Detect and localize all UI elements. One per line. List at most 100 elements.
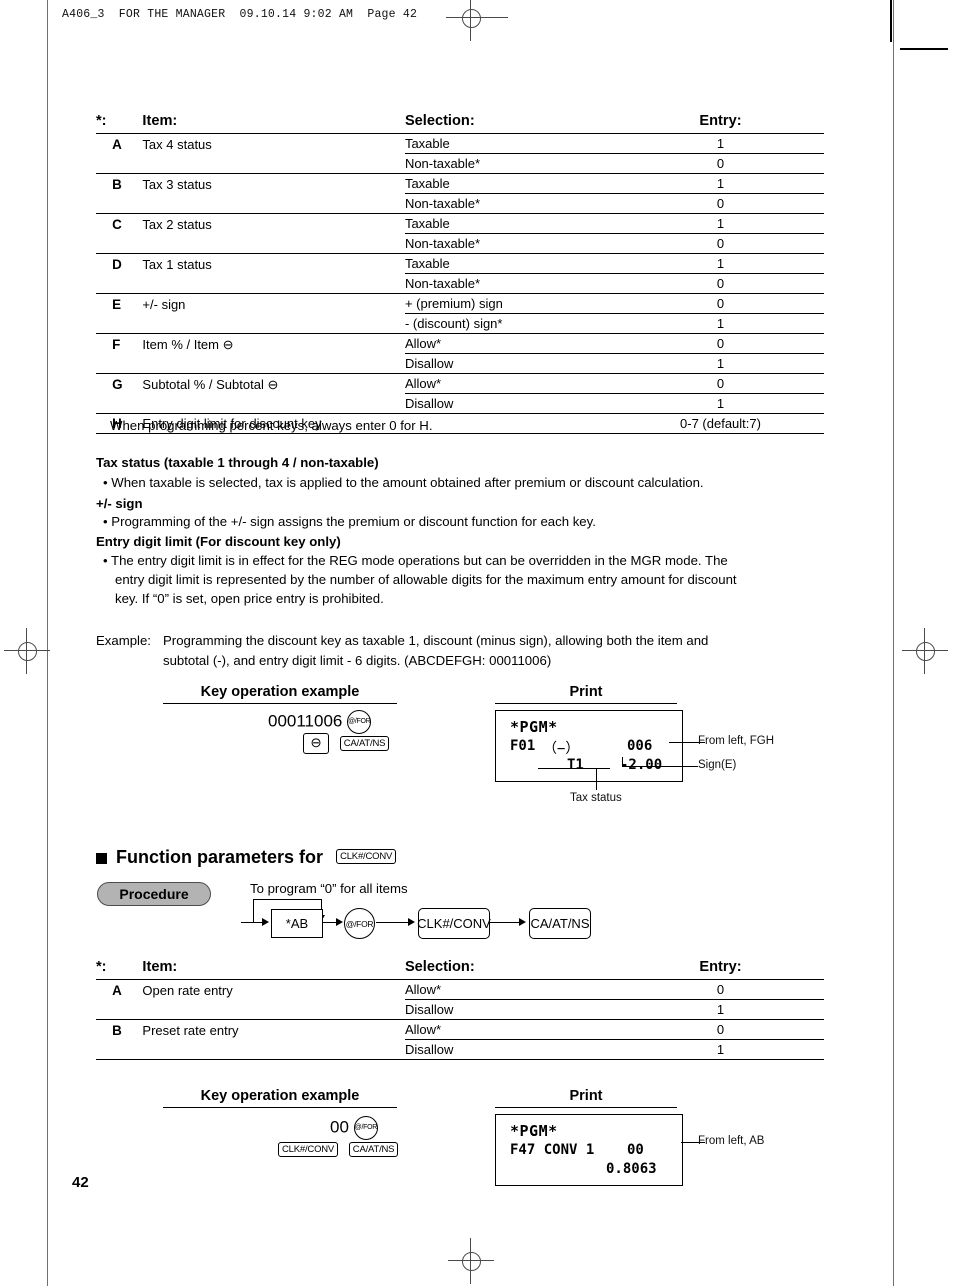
row-selection: Non-taxable*: [404, 153, 617, 174]
at-for-key-icon[interactable]: @/FOR: [347, 710, 372, 734]
table1-footnote: When programming percent keys, always en…: [110, 418, 433, 433]
flow-bypass-horizontal: [253, 899, 322, 901]
row-entry: 0: [616, 373, 824, 394]
row-item: [142, 193, 405, 214]
row-selection: Allow*: [404, 333, 617, 354]
flow-arrow-ab-to-for: [336, 918, 343, 926]
row-letter: A: [112, 136, 122, 152]
row-entry: 1: [616, 1039, 824, 1060]
table-row: Disallow 1: [96, 393, 824, 414]
row-item: [142, 353, 405, 374]
clk-conv-key-icon[interactable]: CLK#/CONV: [278, 1142, 339, 1158]
flow-bypass-vertical-left: [253, 899, 255, 923]
row-letter: [112, 393, 143, 414]
row-letter: [112, 193, 143, 214]
registration-mark-left-middle: [4, 628, 50, 674]
note-heading-tax-status: Tax status (taxable 1 through 4 / non-ta…: [96, 455, 379, 470]
row-selection: Allow*: [404, 373, 617, 394]
table1-header-row: *: Item: Selection: Entry:: [96, 112, 824, 134]
note-bullet-entry-digit-line1: • The entry digit limit is in effect for…: [103, 553, 728, 568]
row-entry: 0: [616, 333, 824, 354]
table1-header-entry: Entry:: [616, 112, 824, 134]
row-entry: 0: [616, 193, 824, 214]
row-letter: B: [112, 1022, 122, 1038]
table1-header-selection: Selection:: [404, 112, 617, 134]
registration-mark-right-middle: [902, 628, 948, 674]
row-item: Tax 4 status: [142, 136, 212, 152]
row-selection: Taxable: [404, 253, 617, 274]
bypass-label: To program “0” for all items: [250, 881, 408, 896]
row-item: Preset rate entry: [142, 1022, 239, 1038]
row-letter: [112, 999, 143, 1020]
ca-at-ns-key-icon[interactable]: CA/AT/NS: [339, 736, 390, 752]
row-letter: [112, 233, 143, 254]
table-row: F Item % / Item ⊖ Allow* 0: [96, 333, 824, 354]
crop-mark-top-right-horizontal: [900, 48, 948, 50]
row-entry: 0-7 (default:7): [616, 413, 824, 434]
receipt1-tax-status: T1: [567, 757, 584, 773]
table-row: E +/- sign + (premium) sign 0: [96, 293, 824, 314]
row-letter: E: [112, 296, 122, 312]
circled-minus-key-icon[interactable]: ⊖: [303, 733, 329, 755]
crop-mark-bottom-left-vertical: [47, 1256, 48, 1286]
section-heading-function-parameters: Function parameters for CLK#/CONV: [96, 847, 397, 868]
entry-digits: 00: [330, 1117, 349, 1137]
table-row: G Subtotal % / Subtotal ⊖ Allow* 0: [96, 373, 824, 394]
table2-header-item: Item:: [142, 958, 405, 980]
key-operation-digits-row-1: 00011006 @/FOR: [268, 710, 372, 734]
row-entry: 1: [616, 133, 824, 154]
row-letter: [112, 273, 143, 294]
note-heading-plus-minus: +/- sign: [96, 496, 143, 511]
row-selection: Non-taxable*: [404, 273, 617, 294]
row-item: Tax 3 status: [142, 176, 212, 192]
table-row: Non-taxable* 0: [96, 153, 824, 174]
table1-header-star: *:: [96, 112, 113, 134]
flow-node-ab-label: *AB: [285, 916, 309, 931]
flow-node-at-for[interactable]: @/FOR: [344, 908, 375, 939]
row-selection: + (premium) sign: [404, 293, 617, 314]
clk-conv-key-icon[interactable]: CLK#/CONV: [336, 848, 397, 864]
section-heading-text: Function parameters for: [116, 847, 324, 867]
table-row: B Preset rate entry Allow* 0: [96, 1019, 824, 1040]
caption-key-operation-example-1: Key operation example: [200, 684, 360, 700]
flow-node-clk-conv[interactable]: CLK#/CONV: [417, 908, 491, 939]
flow-node-ab: *AB: [271, 909, 323, 938]
ca-at-ns-key-icon[interactable]: CA/AT/NS: [348, 1142, 399, 1158]
note-bullet-plus-minus: • Programming of the +/- sign assigns th…: [103, 514, 596, 529]
row-selection: Taxable: [404, 133, 617, 154]
row-entry: 1: [616, 353, 824, 374]
receipt1-digit-limit: 006: [627, 738, 653, 754]
at-for-key-icon[interactable]: @/FOR: [353, 1116, 378, 1140]
row-letter: [112, 313, 143, 334]
row-item: Subtotal % / Subtotal ⊖: [142, 376, 279, 392]
callout-tax-status: Tax status: [570, 792, 622, 804]
callout-from-left-ab: From left, AB: [698, 1135, 765, 1147]
table-row: Disallow 1: [96, 353, 824, 374]
table-row: B Tax 3 status Taxable 1: [96, 173, 824, 194]
example-label: Example:: [96, 633, 151, 648]
row-letter: [112, 353, 143, 374]
table-row: Non-taxable* 0: [96, 273, 824, 294]
row-entry: 0: [616, 233, 824, 254]
flow-node-ca-at-ns[interactable]: CA/AT/NS: [529, 908, 591, 939]
table-row: C Tax 2 status Taxable 1: [96, 213, 824, 234]
row-letter: G: [112, 376, 123, 392]
table2-header-star: *:: [96, 958, 113, 980]
caption-underline-keyop-2: [163, 1107, 397, 1109]
table-row: D Tax 1 status Taxable 1: [96, 253, 824, 274]
parameters-table-2: *: Item: Selection: Entry: A Open rate e…: [96, 958, 824, 1060]
receipt2-entry-value: 00: [627, 1142, 644, 1158]
row-selection: Disallow: [404, 353, 617, 374]
row-item: Tax 1 status: [142, 256, 212, 272]
crop-mark-top-right-vertical: [890, 0, 892, 42]
table-row: - (discount) sign* 1: [96, 313, 824, 334]
entry-digits: 00011006: [268, 711, 343, 731]
row-selection: Disallow: [404, 1039, 617, 1060]
row-item: Tax 2 status: [142, 216, 212, 232]
row-item: Open rate entry: [142, 982, 233, 998]
callout-sign-e: Sign(E): [698, 759, 737, 771]
row-entry: 1: [616, 393, 824, 414]
note-bullet-entry-digit-line3: key. If “0” is set, open price entry is …: [115, 591, 384, 606]
note-bullet-entry-digit-line2: entry digit limit is represented by the …: [115, 572, 737, 587]
row-item: [142, 999, 405, 1020]
